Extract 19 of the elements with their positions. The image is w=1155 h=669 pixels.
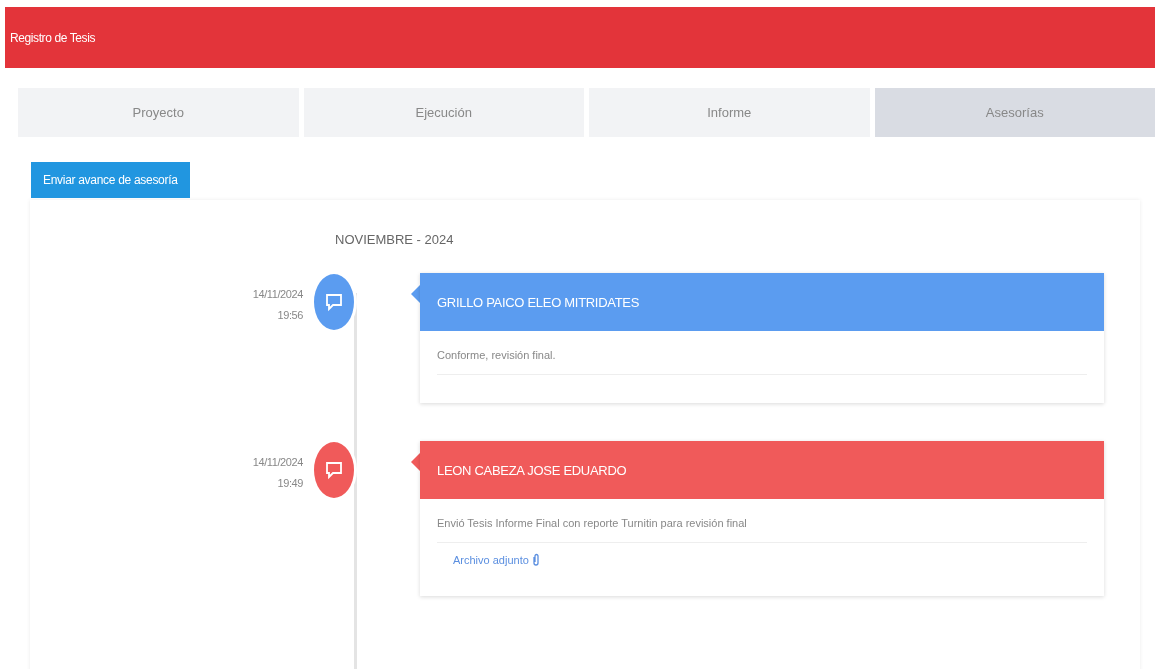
entry-date: 14/11/2024 (252, 456, 303, 468)
attachment-link[interactable]: Archivo adjunto (453, 553, 540, 566)
comment-text: Envió Tesis Informe Final con reporte Turnitin para revisión final (437, 517, 747, 529)
month-label: NOVIEMBRE - 2024 (335, 232, 454, 247)
tab[interactable]: Asesorías (874, 88, 1155, 137)
speech-bubble-icon (324, 460, 344, 480)
tab[interactable]: Proyecto (18, 88, 299, 137)
tab[interactable]: Ejecución (303, 88, 584, 137)
tab[interactable]: Informe (589, 88, 870, 137)
author-name: GRILLO PAICO ELEO MITRIDATES (437, 294, 640, 310)
comment-text: Conforme, revisión final. (437, 349, 556, 361)
author-name: LEON CABEZA JOSE EDUARDO (437, 462, 627, 478)
speech-bubble-icon (324, 292, 344, 312)
entry-time: 19:49 (277, 477, 303, 489)
send-progress-button[interactable]: Enviar avance de asesoría (31, 162, 190, 198)
entry-date: 14/11/2024 (252, 288, 303, 300)
paperclip-icon (531, 553, 540, 566)
entry-time: 19:56 (277, 309, 303, 321)
app-title: Registro de Tesis (10, 30, 96, 45)
